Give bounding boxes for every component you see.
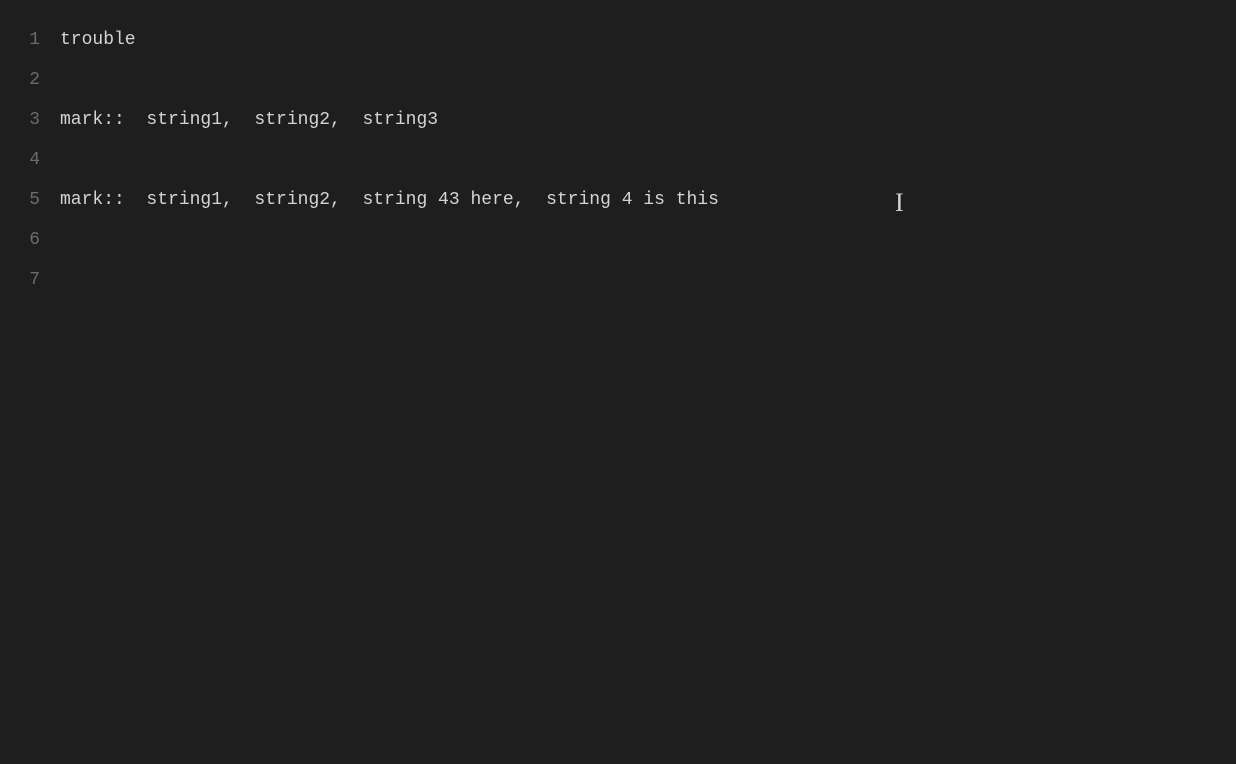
code-line-2: 2 <box>0 60 1236 100</box>
line-number-3: 3 <box>0 100 60 140</box>
code-line-7: 7 <box>0 260 1236 300</box>
code-line-6: 6 <box>0 220 1236 260</box>
code-line-4: 4 <box>0 140 1236 180</box>
line-number-5: 5 <box>0 180 60 220</box>
line-content-3: mark:: string1, string2, string3 <box>60 100 438 140</box>
code-line-5: 5 mark:: string1, string2, string 43 her… <box>0 180 1236 220</box>
line-content-1: trouble <box>60 20 136 60</box>
line-number-4: 4 <box>0 140 60 180</box>
code-line-3: 3 mark:: string1, string2, string3 <box>0 100 1236 140</box>
line-number-7: 7 <box>0 260 60 300</box>
code-editor[interactable]: 1 trouble 2 3 mark:: string1, string2, s… <box>0 0 1236 764</box>
line-number-2: 2 <box>0 60 60 100</box>
line-number-1: 1 <box>0 20 60 60</box>
line-content-5: mark:: string1, string2, string 43 here,… <box>60 180 719 220</box>
line-number-6: 6 <box>0 220 60 260</box>
code-line-1: 1 trouble <box>0 20 1236 60</box>
